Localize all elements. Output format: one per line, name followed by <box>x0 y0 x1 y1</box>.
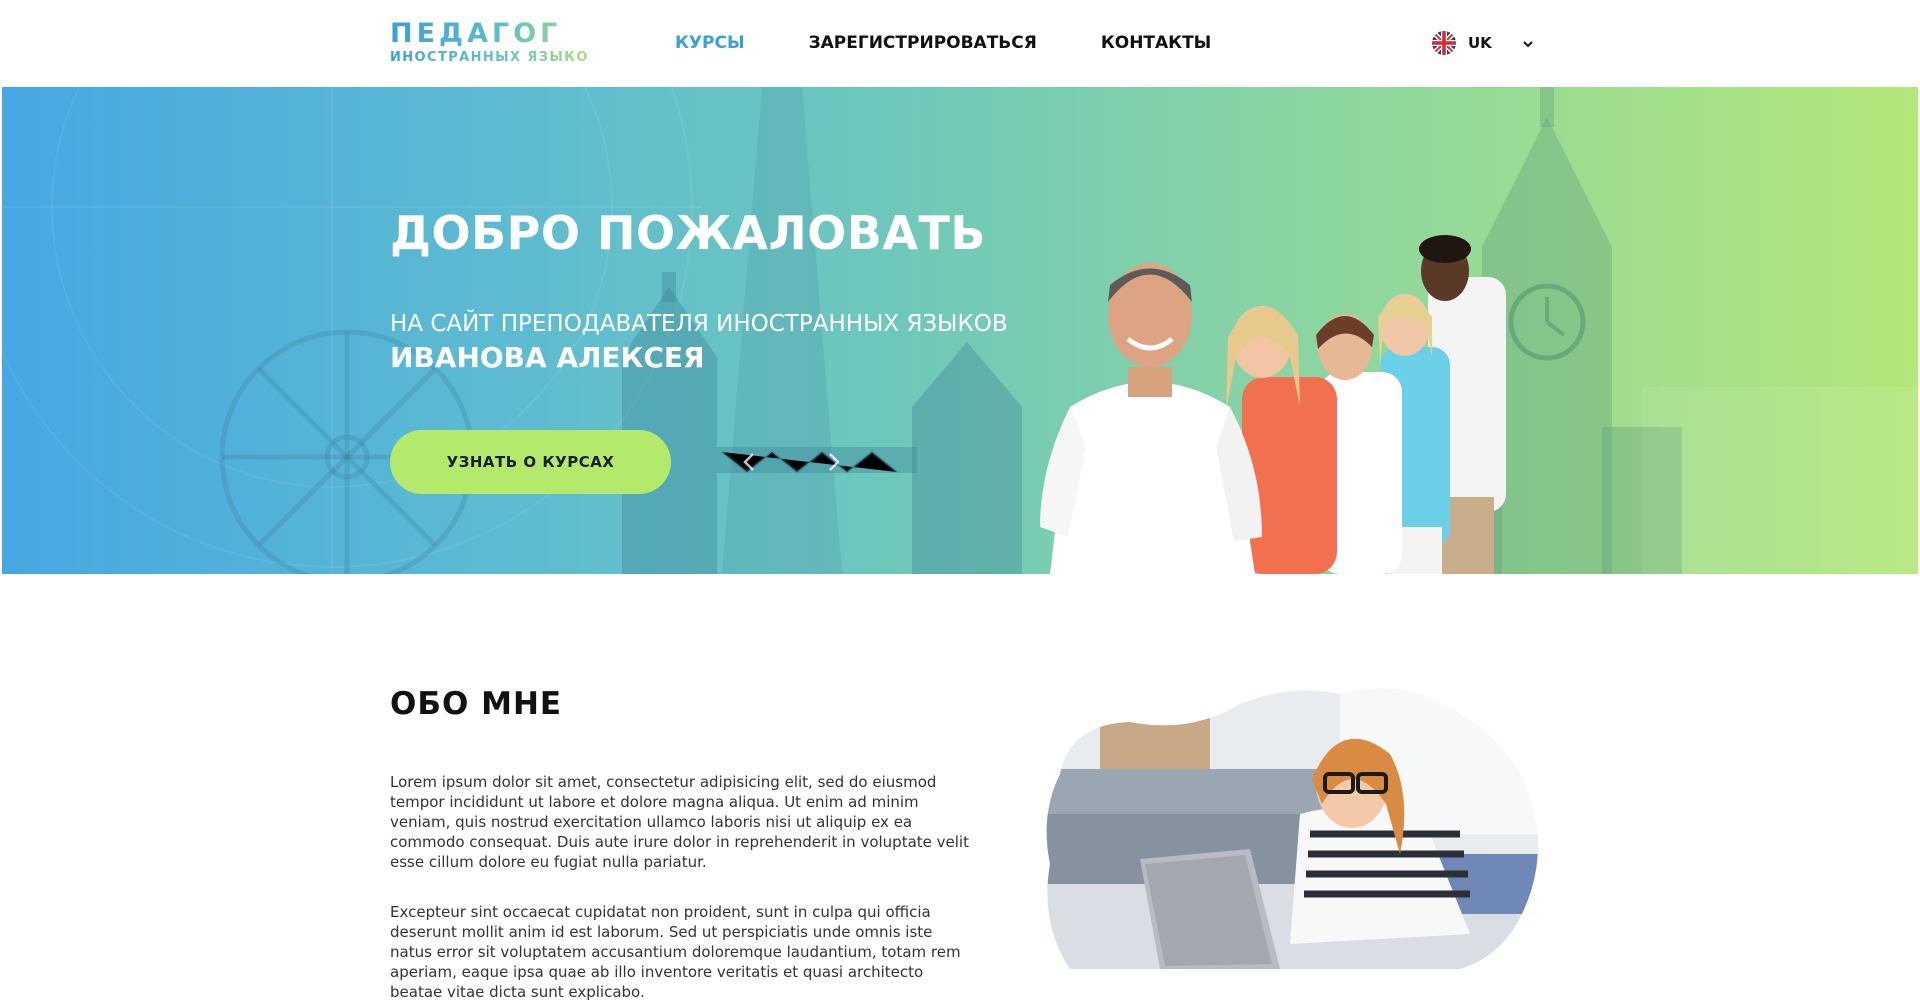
nav-link-contacts[interactable]: КОНТАКТЫ <box>1101 31 1211 55</box>
logo-subtitle: ИНОСТРАННЫХ ЯЗЫКОВ <box>390 50 601 65</box>
site-logo[interactable]: ПЕДАГОГ ИНОСТРАННЫХ ЯЗЫКОВ <box>390 18 601 68</box>
about-title: ОБО МНЕ <box>390 686 563 722</box>
hero-teacher-name: ИВАНОВА АЛЕКСЕЯ <box>390 341 705 374</box>
chevron-left-icon[interactable] <box>737 449 761 475</box>
logo-title: ПЕДАГОГ <box>390 18 590 49</box>
site-header: ПЕДАГОГ ИНОСТРАННЫХ ЯЗЫКОВ КУРСЫ ЗАРЕГИС… <box>0 0 1920 87</box>
language-selector[interactable]: UK <box>1432 29 1534 57</box>
main-nav: КУРСЫ ЗАРЕГИСТРИРОВАТЬСЯ КОНТАКТЫ <box>675 31 1211 55</box>
nav-link-courses[interactable]: КУРСЫ <box>675 31 745 55</box>
hero-banner: ДОБРО ПОЖАЛОВАТЬ НА САЙТ ПРЕПОДАВАТЕЛЯ И… <box>2 87 1918 574</box>
hero-subtitle: НА САЙТ ПРЕПОДАВАТЕЛЯ ИНОСТРАННЫХ ЯЗЫКОВ <box>390 311 1008 337</box>
language-label: UK <box>1468 34 1492 52</box>
chevron-right-icon[interactable] <box>822 449 846 475</box>
uk-flag-icon <box>1432 31 1456 55</box>
nav-link-register[interactable]: ЗАРЕГИСТРИРОВАТЬСЯ <box>809 31 1037 55</box>
chevron-down-icon <box>1522 37 1534 49</box>
about-paragraph: Excepteur sint occaecat cupidatat non pr… <box>390 903 961 1001</box>
students-group-photo <box>1040 235 1506 574</box>
student-with-laptop-photo <box>1046 688 1539 969</box>
hero-title: ДОБРО ПОЖАЛОВАТЬ <box>390 206 986 260</box>
learn-courses-button[interactable]: УЗНАТЬ О КУРСАХ <box>390 430 671 494</box>
about-paragraph: Lorem ipsum dolor sit amet, consectetur … <box>390 773 969 871</box>
